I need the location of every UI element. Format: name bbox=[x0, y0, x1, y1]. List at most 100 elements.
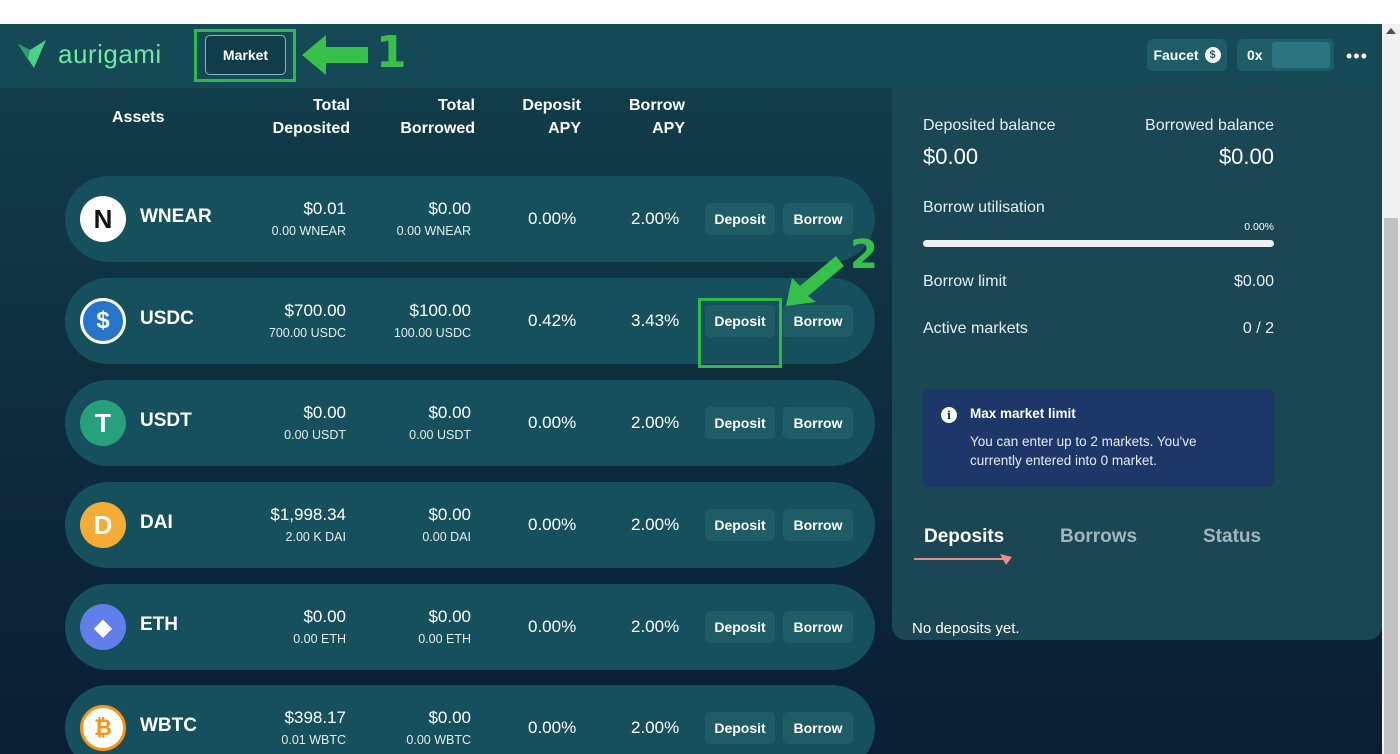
asset-name: USDC bbox=[140, 308, 194, 329]
header-total-borrowed-line1: Total bbox=[437, 97, 475, 114]
total-borrowed-amount: 0.00 WNEAR bbox=[396, 224, 471, 238]
dollar-coin-icon: $ bbox=[1204, 47, 1221, 63]
tab-status[interactable]: Status bbox=[1203, 526, 1261, 548]
market-button[interactable]: Market bbox=[205, 35, 286, 75]
scroll-up-icon[interactable] bbox=[1386, 28, 1396, 34]
deposit-button[interactable]: Deposit bbox=[705, 611, 775, 643]
total-borrowed-usd: $100.00 bbox=[409, 301, 471, 320]
total-borrowed-usd: $0.00 bbox=[428, 708, 471, 727]
active-markets-label: Active markets bbox=[923, 320, 1028, 337]
table-row[interactable]: T USDT $0.00 0.00 USDT $0.00 0.00 USDT 0… bbox=[65, 380, 875, 466]
header-total-borrowed: Total Borrowed bbox=[375, 94, 475, 140]
deposit-apy: 0.00% bbox=[528, 617, 577, 636]
header-borrow-apy: Borrow APY bbox=[594, 94, 685, 140]
header-deposit-apy: Deposit APY bbox=[490, 94, 581, 140]
total-borrowed-usd: $0.00 bbox=[428, 607, 471, 626]
header-total-borrowed-line2: Borrowed bbox=[400, 120, 475, 137]
total-borrowed-amount: 0.00 USDT bbox=[409, 428, 471, 442]
deposit-button[interactable]: Deposit bbox=[705, 407, 775, 439]
info-title: Max market limit bbox=[970, 406, 1076, 421]
scrollbar[interactable] bbox=[1382, 24, 1400, 754]
total-borrowed-amount: 0.00 WBTC bbox=[406, 733, 471, 747]
active-tab-underline-icon bbox=[914, 554, 1012, 565]
total-deposited-usd: $700.00 bbox=[284, 301, 346, 320]
no-deposits-message: No deposits yet. bbox=[912, 620, 1020, 637]
deposit-annotation-box bbox=[698, 298, 782, 368]
table-row[interactable]: ₿ WBTC $398.17 0.01 WBTC $0.00 0.00 WBTC… bbox=[65, 685, 875, 754]
info-line-1: You can enter up to 2 markets. You've bbox=[970, 434, 1197, 449]
scrollbar-thumb[interactable] bbox=[1384, 218, 1398, 754]
deposit-button[interactable]: Deposit bbox=[705, 712, 775, 744]
borrow-limit-value: $0.00 bbox=[1233, 273, 1274, 290]
deposit-apy: 0.00% bbox=[528, 209, 577, 228]
account-summary-panel: Deposited balance $0.00 Borrowed balance… bbox=[892, 88, 1382, 640]
total-deposited-usd: $398.17 bbox=[284, 708, 346, 727]
faucet-button[interactable]: Faucet $ bbox=[1147, 39, 1227, 71]
wallet-address-redacted bbox=[1272, 42, 1330, 68]
header-borrow-apy-line1: Borrow bbox=[629, 97, 685, 114]
wallet-button[interactable]: 0x bbox=[1237, 39, 1334, 71]
deposit-apy: 0.00% bbox=[528, 413, 577, 432]
asset-name: ETH bbox=[140, 614, 178, 635]
borrow-utilisation-bar bbox=[923, 240, 1274, 247]
deposit-button[interactable]: Deposit bbox=[705, 509, 775, 541]
total-deposited-amount: 0.00 WNEAR bbox=[271, 224, 346, 238]
info-line-2: currently entered into 0 market. bbox=[970, 453, 1157, 468]
borrow-button[interactable]: Borrow bbox=[783, 407, 853, 439]
wallet-address: 0x bbox=[1247, 47, 1263, 63]
borrow-utilisation-label: Borrow utilisation bbox=[923, 199, 1045, 216]
header-total-deposited-line2: Deposited bbox=[272, 120, 350, 137]
table-row[interactable]: D DAI $1,998.34 2.00 K DAI $0.00 0.00 DA… bbox=[65, 482, 875, 568]
app-window: aurigami Market 1 Faucet $ 0x ••• Assets… bbox=[0, 24, 1382, 754]
deposit-button[interactable]: Deposit bbox=[705, 203, 775, 235]
borrow-button[interactable]: Borrow bbox=[783, 611, 853, 643]
tab-borrows[interactable]: Borrows bbox=[1060, 526, 1137, 548]
header-deposit-apy-line2: APY bbox=[548, 120, 581, 137]
borrow-apy: 2.00% bbox=[631, 515, 680, 534]
total-deposited-amount: 0.00 ETH bbox=[293, 632, 346, 646]
total-deposited-amount: 0.01 WBTC bbox=[281, 733, 346, 747]
borrow-apy: 2.00% bbox=[631, 718, 680, 737]
bitcoin-logo-icon: ₿ bbox=[80, 705, 126, 751]
total-borrowed-amount: 100.00 USDC bbox=[393, 326, 471, 340]
borrow-apy: 3.43% bbox=[631, 311, 680, 330]
borrow-button[interactable]: Borrow bbox=[783, 509, 853, 541]
borrow-apy: 2.00% bbox=[631, 617, 680, 636]
table-row[interactable]: ◆ ETH $0.00 0.00 ETH $0.00 0.00 ETH 0.00… bbox=[65, 584, 875, 670]
tab-deposits[interactable]: Deposits bbox=[924, 526, 1004, 548]
table-row[interactable]: N WNEAR $0.01 0.00 WNEAR $0.00 0.00 WNEA… bbox=[65, 176, 875, 262]
usdt-logo-icon: T bbox=[80, 400, 126, 446]
deposited-balance-label: Deposited balance bbox=[923, 117, 1056, 134]
borrow-apy: 2.00% bbox=[631, 413, 680, 432]
deposited-balance-value: $0.00 bbox=[923, 144, 979, 169]
asset-name: USDT bbox=[140, 410, 192, 431]
annotation-number-2: 2 bbox=[850, 232, 878, 278]
total-deposited-usd: $0.01 bbox=[303, 199, 346, 218]
header-deposit-apy-line1: Deposit bbox=[522, 97, 581, 114]
header-total-deposited-line1: Total bbox=[312, 97, 350, 114]
deposit-apy: 0.00% bbox=[528, 515, 577, 534]
annotation-arrow-2-icon bbox=[786, 256, 844, 306]
borrowed-balance-label: Borrowed balance bbox=[1145, 117, 1274, 134]
borrow-button[interactable]: Borrow bbox=[783, 712, 853, 744]
logo-text: aurigami bbox=[58, 38, 162, 69]
borrow-utilisation-percent: 0.00% bbox=[1244, 221, 1274, 233]
total-borrowed-amount: 0.00 DAI bbox=[422, 530, 471, 544]
near-logo-icon: N bbox=[80, 196, 126, 242]
faucet-label: Faucet bbox=[1153, 47, 1199, 63]
more-menu-icon[interactable]: ••• bbox=[1346, 46, 1368, 67]
info-icon: i bbox=[941, 407, 957, 423]
borrow-apy: 2.00% bbox=[631, 209, 680, 228]
total-deposited-amount: 700.00 USDC bbox=[268, 326, 346, 340]
ethereum-logo-icon: ◆ bbox=[80, 604, 126, 650]
borrow-button[interactable]: Borrow bbox=[783, 203, 853, 235]
header-total-deposited: Total Deposited bbox=[250, 94, 350, 140]
total-deposited-usd: $0.00 bbox=[303, 607, 346, 626]
asset-name: WBTC bbox=[140, 715, 197, 736]
active-markets-value: 0 / 2 bbox=[1242, 320, 1274, 337]
total-deposited-amount: 2.00 K DAI bbox=[285, 530, 346, 544]
total-borrowed-usd: $0.00 bbox=[428, 505, 471, 524]
deposit-apy: 0.00% bbox=[528, 718, 577, 737]
top-bar: aurigami Market 1 Faucet $ 0x ••• bbox=[0, 24, 1382, 88]
logo[interactable]: aurigami bbox=[16, 38, 162, 70]
